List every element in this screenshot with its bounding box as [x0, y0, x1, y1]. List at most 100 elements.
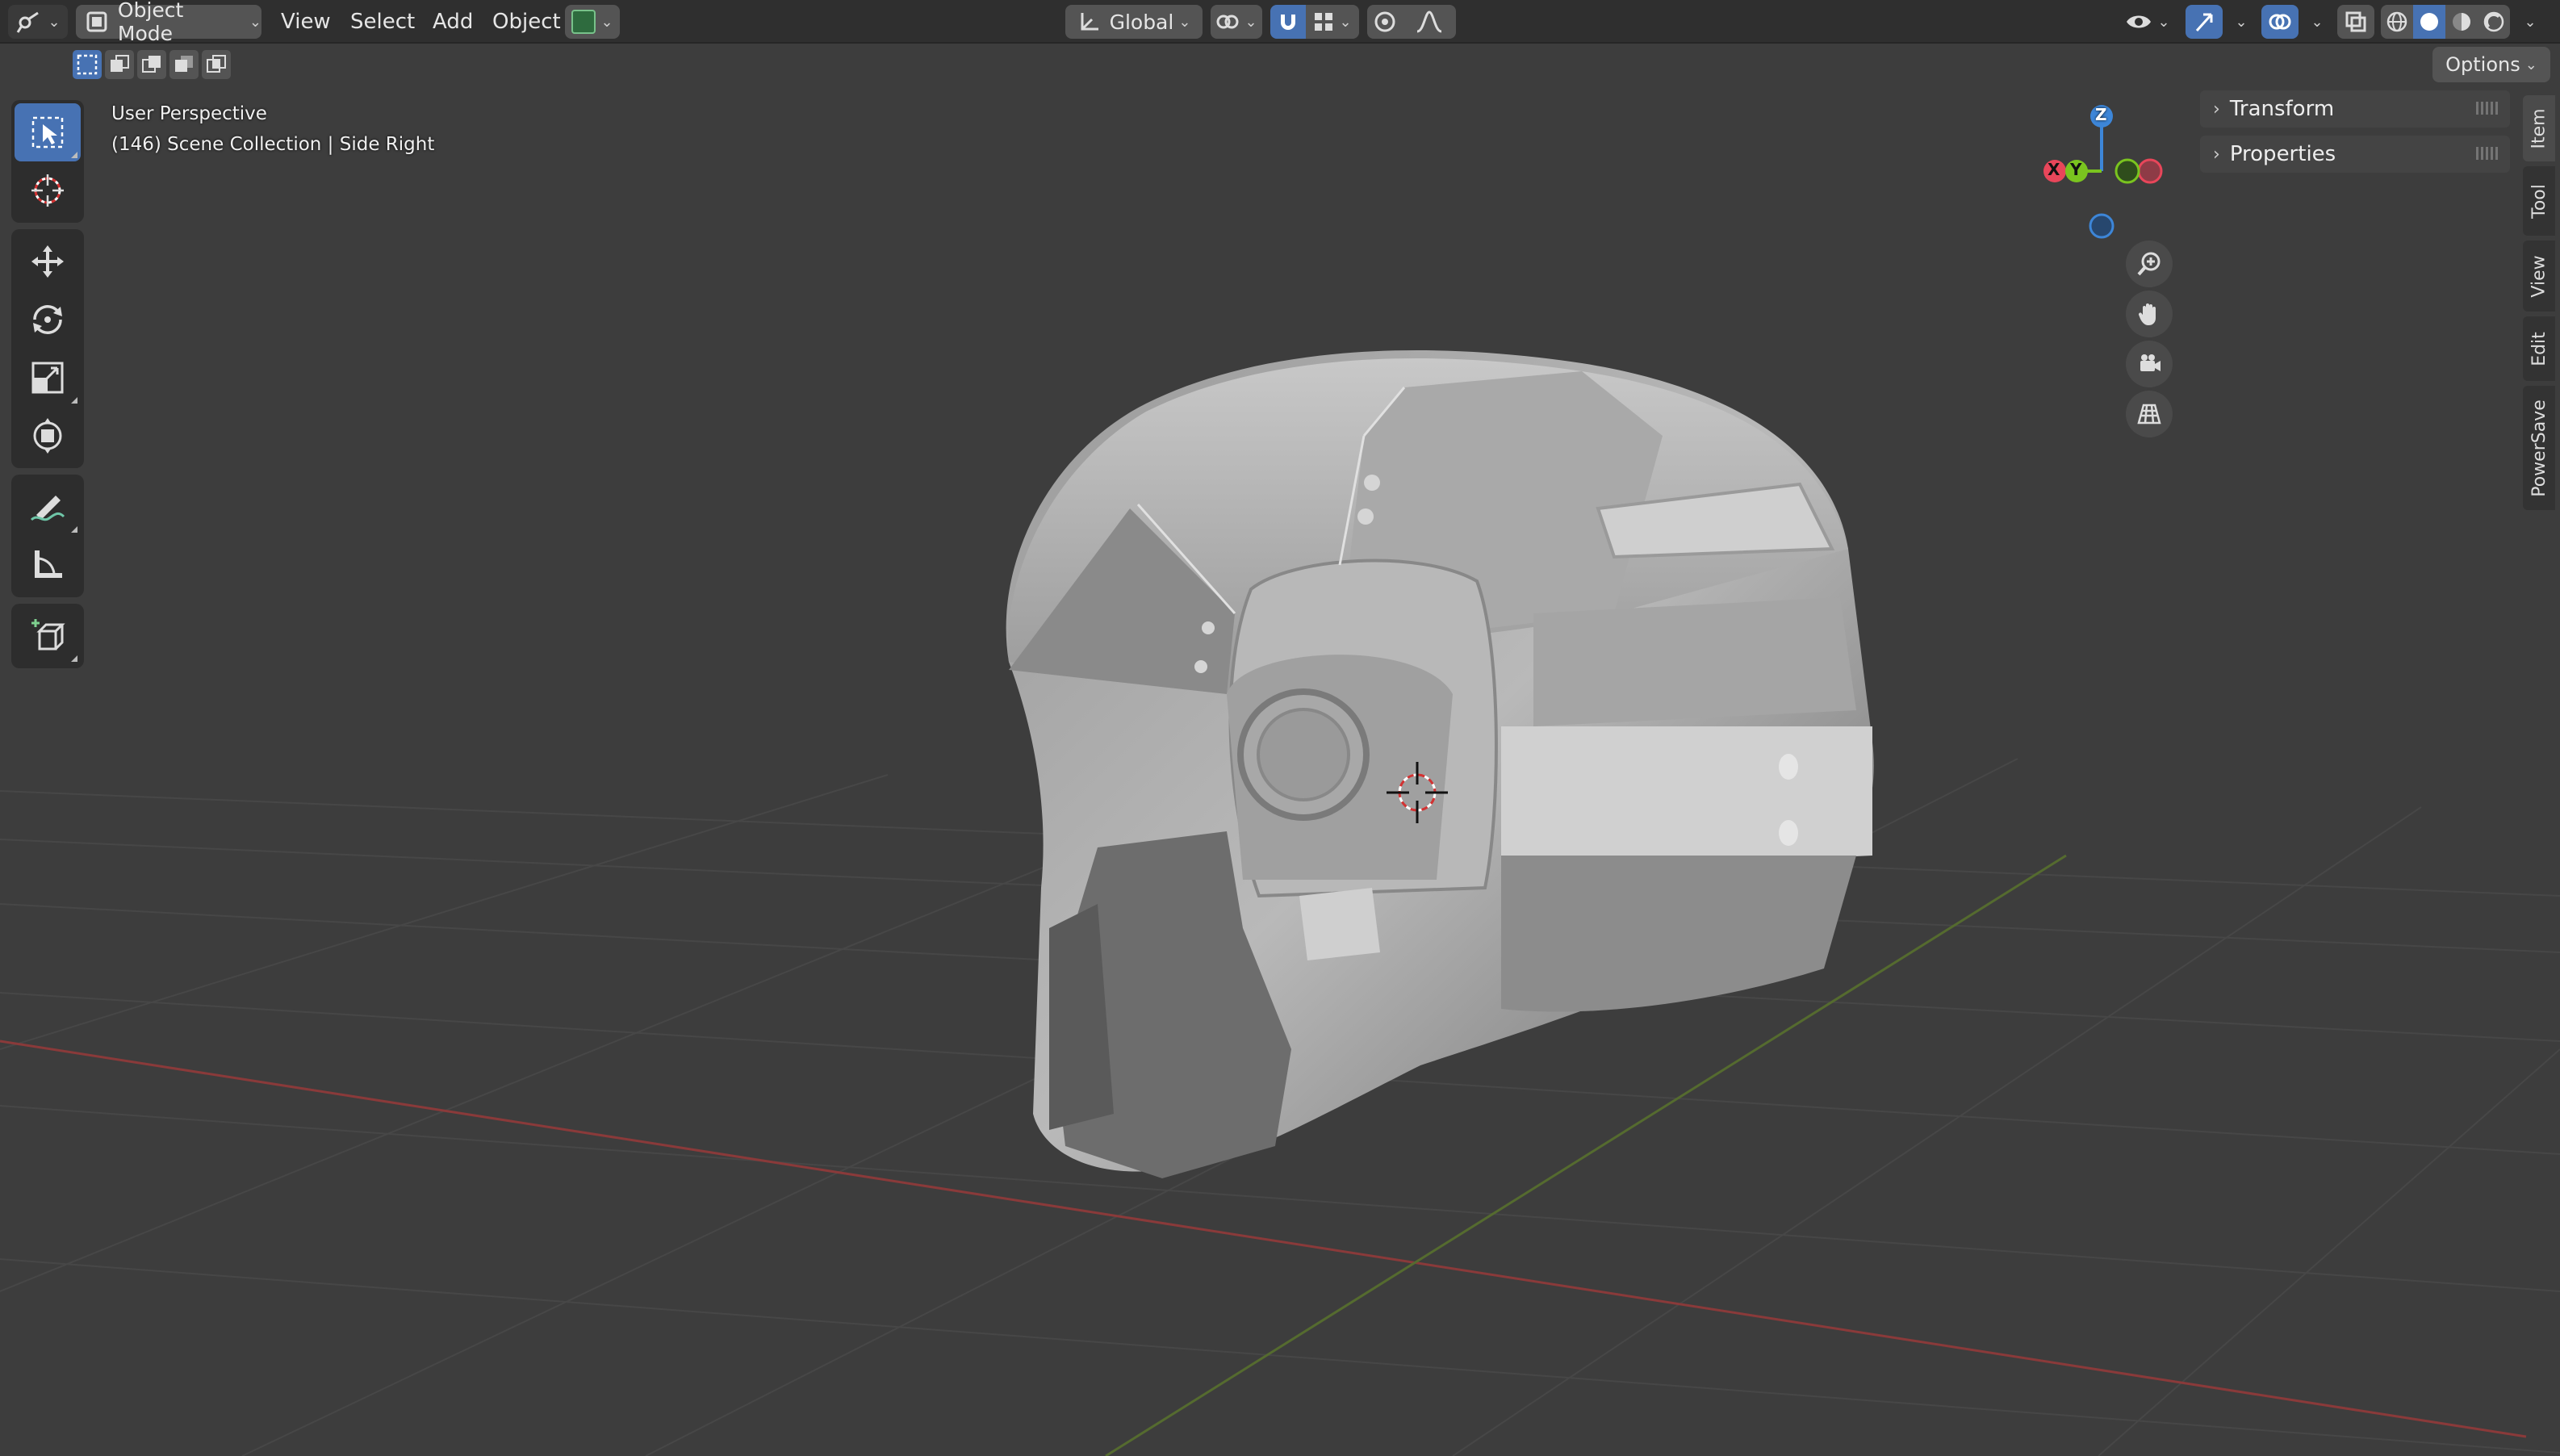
snap-increment-icon: [1315, 13, 1333, 31]
pivot-point-button[interactable]: ⌄: [1211, 5, 1262, 39]
chevron-right-icon: ›: [2213, 144, 2220, 165]
tool-select-box[interactable]: [15, 103, 81, 161]
shading-menu[interactable]: ⌄: [2513, 5, 2542, 39]
tab-tool-label: Tool: [2529, 183, 2550, 219]
gizmo-z-negative: [2089, 213, 2115, 239]
falloff-curve-icon: [1416, 10, 1442, 33]
zoom-button[interactable]: [2126, 241, 2173, 287]
gizmo-toggle[interactable]: [2186, 5, 2223, 39]
gizmo-x-negative: [2137, 158, 2163, 184]
cursor-icon: [31, 174, 64, 207]
tab-powersave[interactable]: PowerSave: [2523, 386, 2555, 510]
gizmo-icon: [2195, 13, 2213, 32]
menu-view[interactable]: View: [271, 5, 341, 39]
tab-edit-label: Edit: [2529, 331, 2550, 366]
overlays-toggle[interactable]: [2261, 5, 2299, 39]
tool-shelf: [11, 100, 84, 675]
shading-solid[interactable]: [2413, 5, 2445, 39]
menu-select[interactable]: Select: [341, 5, 425, 39]
tool-rotate[interactable]: [15, 291, 81, 349]
menu-add[interactable]: Add: [423, 5, 483, 39]
xray-toggle[interactable]: [2337, 5, 2374, 39]
select-box-icon: [31, 116, 64, 149]
scale-icon: [31, 362, 64, 394]
select-extend-icon: [111, 55, 129, 72]
tab-item-label: Item: [2529, 107, 2550, 149]
move-arrows-icon: [31, 245, 64, 278]
tool-measure[interactable]: [15, 536, 81, 594]
select-mode-intersect[interactable]: [202, 50, 231, 79]
menu-object[interactable]: Object: [483, 5, 571, 39]
tool-add-cube[interactable]: [15, 607, 81, 665]
tab-view-label: View: [2529, 254, 2550, 298]
orientation-axes-icon: [1081, 13, 1098, 31]
options-button[interactable]: Options ⌄: [2432, 47, 2550, 82]
gizmo-x-label: X: [2048, 160, 2060, 179]
mode-label: Object Mode: [117, 0, 184, 45]
options-label: Options: [2445, 53, 2520, 76]
select-mode-extend[interactable]: [105, 50, 134, 79]
tab-tool[interactable]: Tool: [2523, 166, 2555, 236]
editor-type-button[interactable]: ⌄: [8, 5, 68, 39]
gizmo-z-label: Z: [2095, 105, 2107, 124]
magnifier-plus-icon: [2137, 252, 2161, 276]
falloff-button[interactable]: [1403, 5, 1456, 39]
tab-edit[interactable]: Edit: [2523, 316, 2555, 381]
perspective-label: User Perspective: [111, 103, 267, 124]
select-mode-subtract[interactable]: [137, 50, 166, 79]
gizmo-y-label: Y: [2070, 160, 2082, 179]
drag-grip-icon[interactable]: [2476, 147, 2499, 160]
pivot-icon: [1216, 15, 1239, 29]
viewport-scene: [0, 0, 2560, 1456]
tab-item[interactable]: Item: [2523, 95, 2555, 161]
select-mode-invert[interactable]: [169, 50, 199, 79]
panel-properties-label: Properties: [2229, 142, 2336, 166]
shading-material[interactable]: [2445, 5, 2478, 39]
panel-properties[interactable]: › Properties: [2200, 136, 2510, 173]
shading-wireframe[interactable]: [2381, 5, 2413, 39]
rotate-icon: [33, 305, 62, 334]
camera-view-button[interactable]: [2126, 341, 2173, 387]
drag-grip-icon[interactable]: [2476, 102, 2499, 115]
tool-annotate[interactable]: [15, 478, 81, 536]
workspace-button[interactable]: ⌄: [565, 5, 620, 39]
gizmo-y-negative: [2115, 158, 2140, 184]
select-mode-new[interactable]: [73, 50, 102, 79]
add-cube-icon: [31, 619, 65, 651]
tool-move[interactable]: [15, 232, 81, 291]
xray-icon: [2345, 11, 2366, 32]
solid-sphere-icon: [2420, 13, 2438, 31]
snap-toggle[interactable]: [1270, 5, 1306, 39]
tool-cursor[interactable]: [15, 161, 81, 220]
workspace-icon: [571, 10, 596, 34]
3d-viewport[interactable]: Z Y X User Perspective (146) Scene Colle…: [0, 0, 2560, 1456]
gizmo-menu[interactable]: ⌄: [2224, 5, 2253, 39]
proportional-edit-toggle[interactable]: [1367, 5, 1403, 39]
select-invert-icon: [175, 56, 193, 72]
proportional-edit-icon: [1374, 11, 1395, 32]
select-subtract-icon: [142, 56, 161, 73]
ortho-toggle-button[interactable]: [2126, 391, 2173, 437]
select-intersect-icon: [207, 55, 226, 73]
viewport-header: ⌄ Object Mode ⌄ View Select Add Object ⌄ …: [0, 0, 2560, 45]
tab-view[interactable]: View: [2523, 241, 2555, 312]
tool-scale[interactable]: [15, 349, 81, 407]
transform-orientation-selector[interactable]: Global ⌄: [1065, 5, 1203, 39]
panel-transform[interactable]: › Transform: [2200, 90, 2510, 128]
transform-icon: [33, 418, 62, 454]
select-new-icon: [77, 54, 98, 75]
pan-button[interactable]: [2126, 291, 2173, 337]
overlays-menu[interactable]: ⌄: [2300, 5, 2329, 39]
tool-transform[interactable]: [15, 407, 81, 465]
tab-powersave-label: PowerSave: [2529, 399, 2550, 497]
panel-transform-label: Transform: [2229, 97, 2335, 121]
snap-target-button[interactable]: ⌄: [1306, 5, 1359, 39]
grid-perspective-icon: [2137, 404, 2161, 425]
eye-icon: [2127, 15, 2152, 28]
shading-rendered[interactable]: [2478, 5, 2510, 39]
rendered-sphere-icon: [2483, 11, 2504, 32]
mode-selector[interactable]: Object Mode ⌄: [76, 0, 261, 45]
material-sphere-icon: [2453, 13, 2470, 31]
chevron-right-icon: ›: [2213, 98, 2220, 119]
visibility-button[interactable]: ⌄: [2119, 5, 2176, 39]
